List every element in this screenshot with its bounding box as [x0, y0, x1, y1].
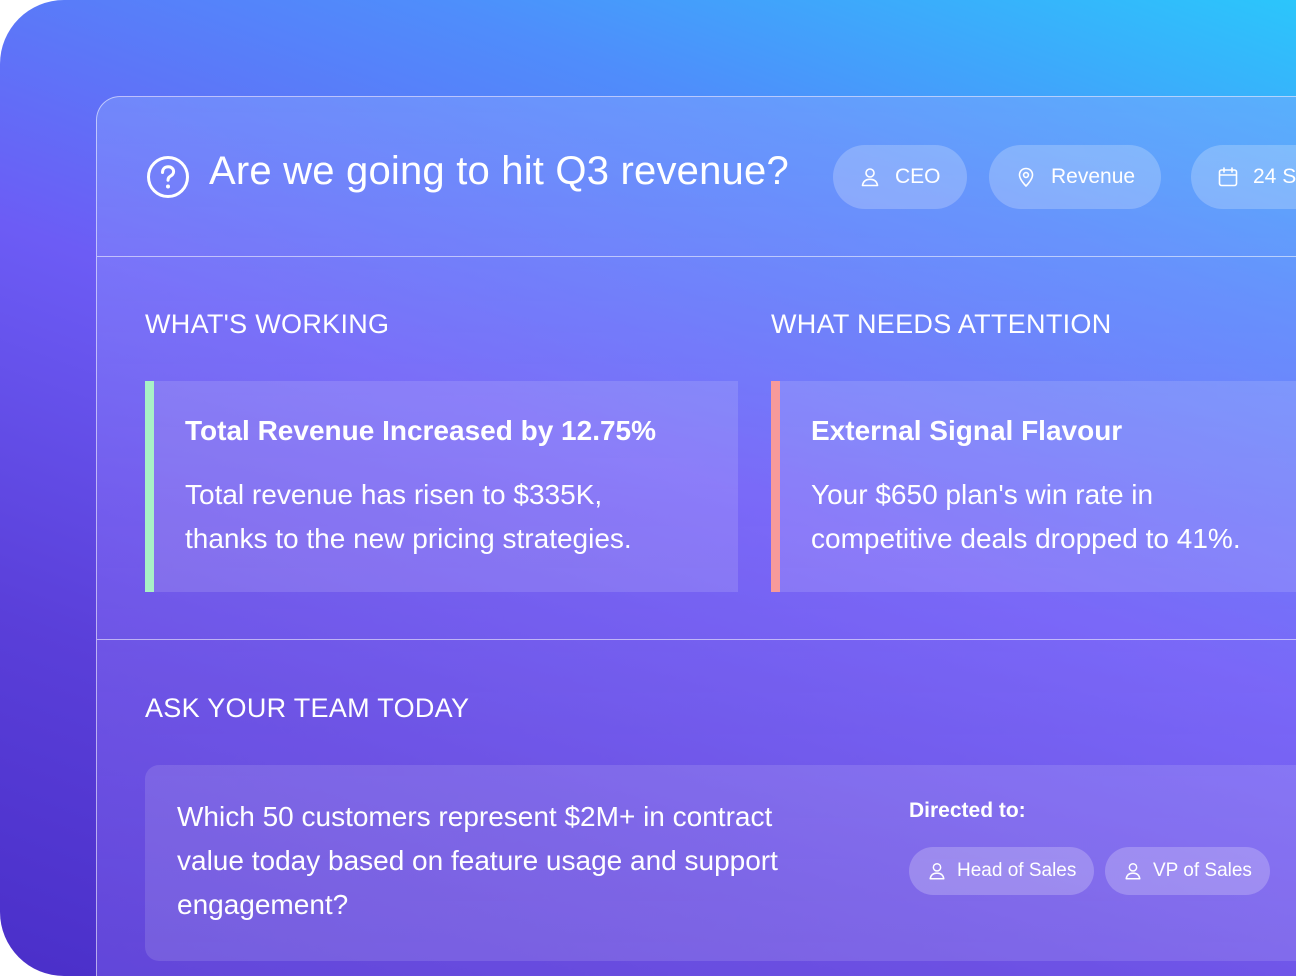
question-line: value today based on feature usage and s… [177, 845, 778, 876]
chip-date[interactable]: 24 S [1191, 145, 1296, 209]
chip-topic-label: Revenue [1051, 165, 1136, 188]
user-icon [861, 168, 879, 187]
calendar-icon [1218, 167, 1238, 187]
insight-card-line: Your $650 plan's win rate in [811, 479, 1154, 510]
assignee-label: VP of Sales [1153, 860, 1252, 881]
assignee-chip-vp-of-sales[interactable]: VP of Sales [1105, 847, 1270, 895]
accent-bar-negative [771, 381, 780, 592]
insight-card-title: Total Revenue Increased by 12.75% [185, 415, 657, 446]
question-text: Which 50 customers represent $2M+ in con… [177, 795, 857, 927]
chip-role[interactable]: CEO [833, 145, 967, 209]
assignee-label: Head of Sales [957, 860, 1077, 881]
directed-to-label: Directed to: [909, 799, 1026, 822]
insight-card-line: competitive deals dropped to 41%. [811, 523, 1241, 554]
question-line: engagement? [177, 889, 349, 920]
accent-bar-positive [145, 381, 154, 592]
insight-card-line: Total revenue has risen to $335K, [185, 479, 603, 510]
insight-card-body: Total revenue has risen to $335K, thanks… [185, 473, 705, 561]
section-label-ask: ASK YOUR TEAM TODAY [145, 693, 470, 723]
chip-topic[interactable]: Revenue [989, 145, 1162, 209]
ask-question-card[interactable]: Which 50 customers represent $2M+ in con… [145, 765, 1296, 961]
insights-section: WHAT'S WORKING WHAT NEEDS ATTENTION Tota… [97, 257, 1296, 640]
chip-role-label: CEO [895, 165, 941, 188]
page-title: Are we going to hit Q3 revenue? [209, 149, 789, 193]
section-label-attention: WHAT NEEDS ATTENTION [771, 309, 1112, 339]
insight-card-working[interactable]: Total Revenue Increased by 12.75% Total … [145, 381, 738, 592]
chip-date-label: 24 S [1253, 165, 1296, 188]
insight-card-attention[interactable]: External Signal Flavour Your $650 plan's… [771, 381, 1296, 592]
panel-header: Are we going to hit Q3 revenue? CEO Reve… [97, 97, 1296, 257]
location-pin-icon [1018, 167, 1034, 187]
app-background: Are we going to hit Q3 revenue? CEO Reve… [0, 0, 1296, 976]
insight-card-title: External Signal Flavour [811, 415, 1123, 446]
user-icon [1125, 863, 1141, 880]
insight-card-line: thanks to the new pricing strategies. [185, 523, 632, 554]
insight-card-body: Your $650 plan's win rate in competitive… [811, 473, 1296, 561]
user-icon [929, 863, 945, 880]
assignee-chip-head-of-sales[interactable]: Head of Sales [909, 847, 1095, 895]
question-line: Which 50 customers represent $2M+ in con… [177, 801, 773, 832]
section-label-working: WHAT'S WORKING [145, 309, 390, 339]
question-circle-icon [147, 156, 189, 198]
insight-panel: Are we going to hit Q3 revenue? CEO Reve… [96, 96, 1296, 976]
